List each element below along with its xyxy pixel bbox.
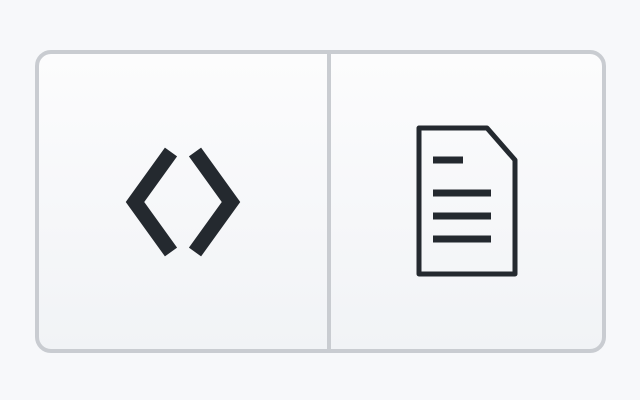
- code-view-button[interactable]: [39, 54, 331, 349]
- view-toggle-group: [35, 50, 606, 353]
- document-view-button[interactable]: [331, 54, 602, 349]
- code-brackets-icon: [125, 147, 241, 256]
- stage: [0, 0, 640, 400]
- document-icon: [416, 125, 517, 276]
